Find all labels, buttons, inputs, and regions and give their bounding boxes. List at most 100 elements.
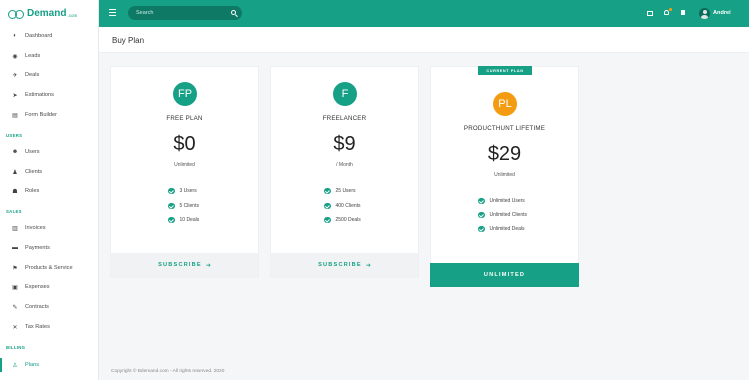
notification-dot bbox=[669, 8, 672, 11]
sidebar-item-label: Leads bbox=[25, 53, 41, 59]
check-icon bbox=[324, 187, 331, 195]
section-label-sales: SALES bbox=[6, 209, 22, 214]
section-label-billing: BILLING bbox=[6, 345, 26, 350]
plan-feature: Unlimited Clients bbox=[478, 211, 527, 219]
sidebar-item-label: Products & Service bbox=[25, 265, 73, 271]
plan-card-freelancer: F FREELANCER $9 / Month 25 Users 400 Cli… bbox=[270, 66, 419, 278]
sidebar-item-tax-rates[interactable]: ✕ Tax Rates bbox=[0, 320, 98, 334]
plan-card-free: FP FREE PLAN $0 Unlimited 3 Users 5 Clie… bbox=[110, 66, 259, 278]
sidebar-item-roles[interactable]: ☗ Roles bbox=[0, 184, 98, 198]
sidebar-item-clients[interactable]: ♟ Clients bbox=[0, 165, 98, 179]
sidebar-item-label: Expenses bbox=[25, 284, 50, 290]
sidebar-item-products-service[interactable]: ⚑ Products & Service bbox=[0, 261, 98, 275]
plan-name: FREELANCER bbox=[322, 115, 367, 122]
sidebar-item-expenses[interactable]: ▣ Expenses bbox=[0, 280, 98, 294]
estimations-icon: ➤ bbox=[12, 92, 18, 99]
plan-feature: Unlimited Deals bbox=[478, 225, 525, 233]
plan-period: / Month bbox=[336, 162, 353, 168]
brand-suffix: .com bbox=[67, 12, 78, 18]
top-bar: Andrei bbox=[99, 0, 749, 27]
plan-feature: 5 Clients bbox=[168, 202, 199, 210]
user-avatar[interactable] bbox=[699, 8, 710, 19]
subscribe-label: SUBSCRIBE bbox=[318, 262, 362, 268]
tax-rates-icon: ✕ bbox=[12, 324, 18, 331]
mail-icon[interactable] bbox=[647, 11, 653, 16]
menu-icon[interactable] bbox=[109, 9, 116, 16]
check-icon bbox=[324, 202, 331, 210]
dashboard-icon: ◐ bbox=[13, 33, 17, 39]
sidebar-item-label: Invoices bbox=[25, 225, 46, 231]
check-icon bbox=[478, 211, 485, 219]
flag-icon[interactable] bbox=[681, 10, 685, 15]
user-name[interactable]: Andrei bbox=[713, 10, 731, 16]
section-label-users: USERS bbox=[6, 133, 23, 138]
check-icon bbox=[478, 197, 485, 205]
plan-period: Unlimited bbox=[174, 162, 195, 168]
footer-copyright: Copyright © Bdemand.com - All rights res… bbox=[111, 369, 225, 374]
clients-icon: ♟ bbox=[12, 169, 18, 176]
plan-feature: 3 Users bbox=[168, 187, 197, 195]
expenses-icon: ▣ bbox=[12, 284, 18, 291]
sidebar-item-label: Plans bbox=[25, 362, 39, 368]
check-icon bbox=[168, 202, 175, 210]
sidebar-item-payments[interactable]: ▬ Payments bbox=[0, 241, 98, 255]
deals-icon: ✈ bbox=[12, 72, 18, 79]
search-icon[interactable] bbox=[231, 9, 236, 15]
contracts-icon: ✎ bbox=[12, 304, 18, 311]
sidebar-item-deals[interactable]: ✈ Deals bbox=[0, 68, 98, 82]
page-header: Buy Plan bbox=[99, 27, 749, 53]
sidebar: Demand .com ◐ Dashboard ◉ Leads ✈ Deals … bbox=[0, 0, 99, 380]
payments-icon: ▬ bbox=[12, 245, 18, 251]
plan-name: PRODUCTHUNT LIFETIME bbox=[463, 125, 546, 132]
plan-avatar: FP bbox=[173, 82, 197, 106]
check-icon bbox=[168, 187, 175, 195]
search-input[interactable] bbox=[136, 8, 226, 18]
sidebar-item-invoices[interactable]: ▥ Invoices bbox=[0, 221, 98, 235]
sidebar-item-leads[interactable]: ◉ Leads bbox=[0, 49, 98, 63]
plan-price: $0 bbox=[173, 133, 196, 155]
plan-feature: 2500 Deals bbox=[324, 216, 361, 224]
unlimited-button[interactable]: UNLIMITED bbox=[430, 263, 579, 287]
subscribe-button[interactable]: SUBSCRIBE ➔ bbox=[271, 253, 418, 277]
sidebar-item-label: Clients bbox=[25, 169, 43, 175]
page-title: Buy Plan bbox=[112, 36, 145, 45]
users-icon: ☻ bbox=[11, 149, 19, 155]
check-icon bbox=[168, 216, 175, 224]
bell-icon[interactable] bbox=[664, 10, 669, 15]
plan-feature: 25 Users bbox=[324, 187, 356, 195]
arrow-right-icon: ➔ bbox=[205, 262, 211, 269]
plan-price: $9 bbox=[333, 133, 356, 155]
logo-icon bbox=[8, 9, 24, 19]
plan-avatar: PL bbox=[493, 92, 517, 116]
arrow-right-icon: ➔ bbox=[365, 262, 371, 269]
plan-feature: 400 Clients bbox=[324, 202, 361, 210]
sidebar-item-contracts[interactable]: ✎ Contracts bbox=[0, 300, 98, 314]
roles-icon: ☗ bbox=[12, 188, 18, 195]
sidebar-item-label: Users bbox=[25, 149, 40, 155]
sidebar-item-plans[interactable]: ♙ Plans bbox=[0, 358, 98, 372]
sidebar-item-label: Estimations bbox=[25, 92, 54, 98]
sidebar-item-form-builder[interactable]: ▤ Form Builder bbox=[0, 108, 98, 122]
invoices-icon: ▥ bbox=[12, 225, 18, 232]
subscribe-label: SUBSCRIBE bbox=[158, 262, 202, 268]
plan-feature: Unlimited Users bbox=[478, 197, 525, 205]
plan-feature: 10 Deals bbox=[168, 216, 199, 224]
sidebar-item-estimations[interactable]: ➤ Estimations bbox=[0, 88, 98, 102]
sidebar-item-label: Form Builder bbox=[25, 112, 58, 118]
sidebar-item-label: Deals bbox=[25, 72, 40, 78]
brand[interactable]: Demand .com bbox=[0, 0, 98, 27]
plans-icon: ♙ bbox=[12, 362, 18, 369]
products-icon: ⚑ bbox=[12, 265, 18, 272]
plan-name: FREE PLAN bbox=[166, 115, 203, 122]
sidebar-item-label: Payments bbox=[25, 245, 50, 251]
plan-price: $29 bbox=[487, 143, 522, 165]
sidebar-item-dashboard[interactable]: ◐ Dashboard bbox=[0, 29, 98, 43]
subscribe-button[interactable]: SUBSCRIBE ➔ bbox=[111, 253, 258, 277]
leads-icon: ◉ bbox=[12, 53, 18, 60]
sidebar-item-label: Tax Rates bbox=[25, 324, 50, 330]
sidebar-item-label: Dashboard bbox=[25, 33, 53, 39]
sidebar-item-users[interactable]: ☻ Users bbox=[0, 145, 98, 159]
current-plan-label: CURRENT PLAN bbox=[486, 68, 524, 73]
form-builder-icon: ▤ bbox=[12, 112, 18, 119]
plan-period: Unlimited bbox=[494, 172, 515, 178]
